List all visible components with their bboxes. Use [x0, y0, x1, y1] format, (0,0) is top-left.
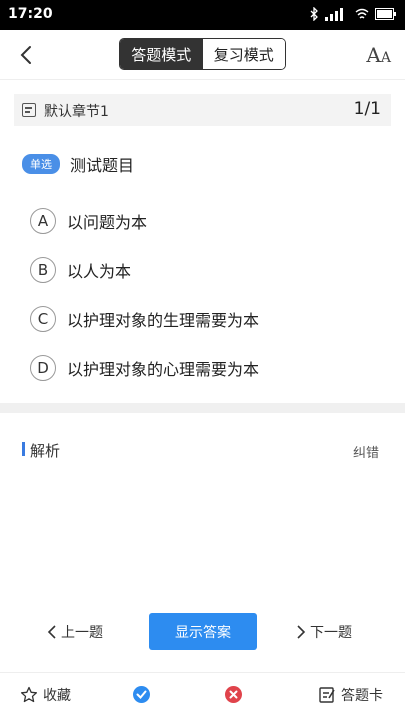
answer-card-label: 答题卡 — [341, 688, 383, 704]
font-size-icon-large: A — [366, 43, 381, 67]
answer-card-button[interactable]: 答题卡 — [318, 685, 383, 705]
option-d[interactable]: D 以护理对象的心理需要为本 — [30, 355, 259, 381]
next-question-label: 下一题 — [310, 625, 352, 641]
x-icon — [229, 690, 238, 699]
chevron-left-icon — [47, 625, 56, 639]
report-error-link[interactable]: 纠错 — [353, 442, 379, 461]
back-arrow-icon[interactable] — [14, 42, 40, 68]
question-type-badge: 单选 — [22, 154, 60, 174]
prev-question-label: 上一题 — [61, 625, 103, 641]
header: 答题模式 复习模式 AA — [0, 30, 405, 80]
font-size-icon-small: A — [380, 50, 391, 66]
option-letter: B — [30, 257, 56, 283]
chevron-right-icon — [297, 625, 306, 639]
status-time: 17:20 — [8, 6, 53, 22]
analysis-title: 解析 — [30, 442, 61, 460]
star-icon — [20, 686, 38, 703]
favorite-label: 收藏 — [43, 688, 71, 704]
bluetooth-icon — [310, 7, 318, 21]
analysis-accent-bar — [22, 442, 25, 456]
status-bar: 17:20 — [0, 0, 405, 30]
option-letter: C — [30, 306, 56, 332]
bottom-toolbar: 收藏 答题卡 — [0, 672, 405, 720]
status-icons — [309, 7, 397, 21]
option-text: 以人为本 — [67, 262, 132, 281]
chapter-bar: 默认章节1 1/1 — [14, 94, 391, 126]
option-a[interactable]: A 以问题为本 — [30, 208, 147, 234]
tab-review-mode[interactable]: 复习模式 — [202, 39, 285, 69]
chapter-title: 默认章节1 — [44, 104, 109, 120]
wrong-count-icon[interactable] — [225, 686, 242, 703]
option-b[interactable]: B 以人为本 — [30, 257, 131, 283]
option-c[interactable]: C 以护理对象的生理需要为本 — [30, 306, 259, 332]
next-question-button[interactable]: 下一题 — [296, 622, 352, 642]
show-answer-button[interactable]: 显示答案 — [149, 613, 257, 650]
font-size-button[interactable]: AA — [366, 43, 391, 67]
answer-card-icon — [319, 687, 335, 703]
mode-toggle: 答题模式 复习模式 — [119, 38, 286, 70]
option-text: 以问题为本 — [67, 213, 148, 232]
chapter-list-icon — [22, 103, 36, 117]
option-letter: A — [30, 208, 56, 234]
prev-question-button[interactable]: 上一题 — [47, 622, 103, 642]
correct-count-icon[interactable] — [133, 686, 150, 703]
option-letter: D — [30, 355, 56, 381]
option-text: 以护理对象的生理需要为本 — [67, 311, 260, 330]
check-icon — [136, 690, 147, 699]
tab-answer-mode[interactable]: 答题模式 — [120, 39, 203, 69]
favorite-button[interactable]: 收藏 — [20, 685, 71, 705]
question-text: 测试题目 — [70, 156, 135, 175]
wifi-icon — [355, 8, 369, 19]
battery-icon — [375, 8, 396, 20]
option-text: 以护理对象的心理需要为本 — [67, 360, 260, 379]
question-progress: 1/1 — [353, 99, 381, 119]
signal-icon — [325, 8, 343, 21]
section-divider — [0, 403, 405, 413]
question-header: 单选 测试题目 — [22, 152, 134, 176]
